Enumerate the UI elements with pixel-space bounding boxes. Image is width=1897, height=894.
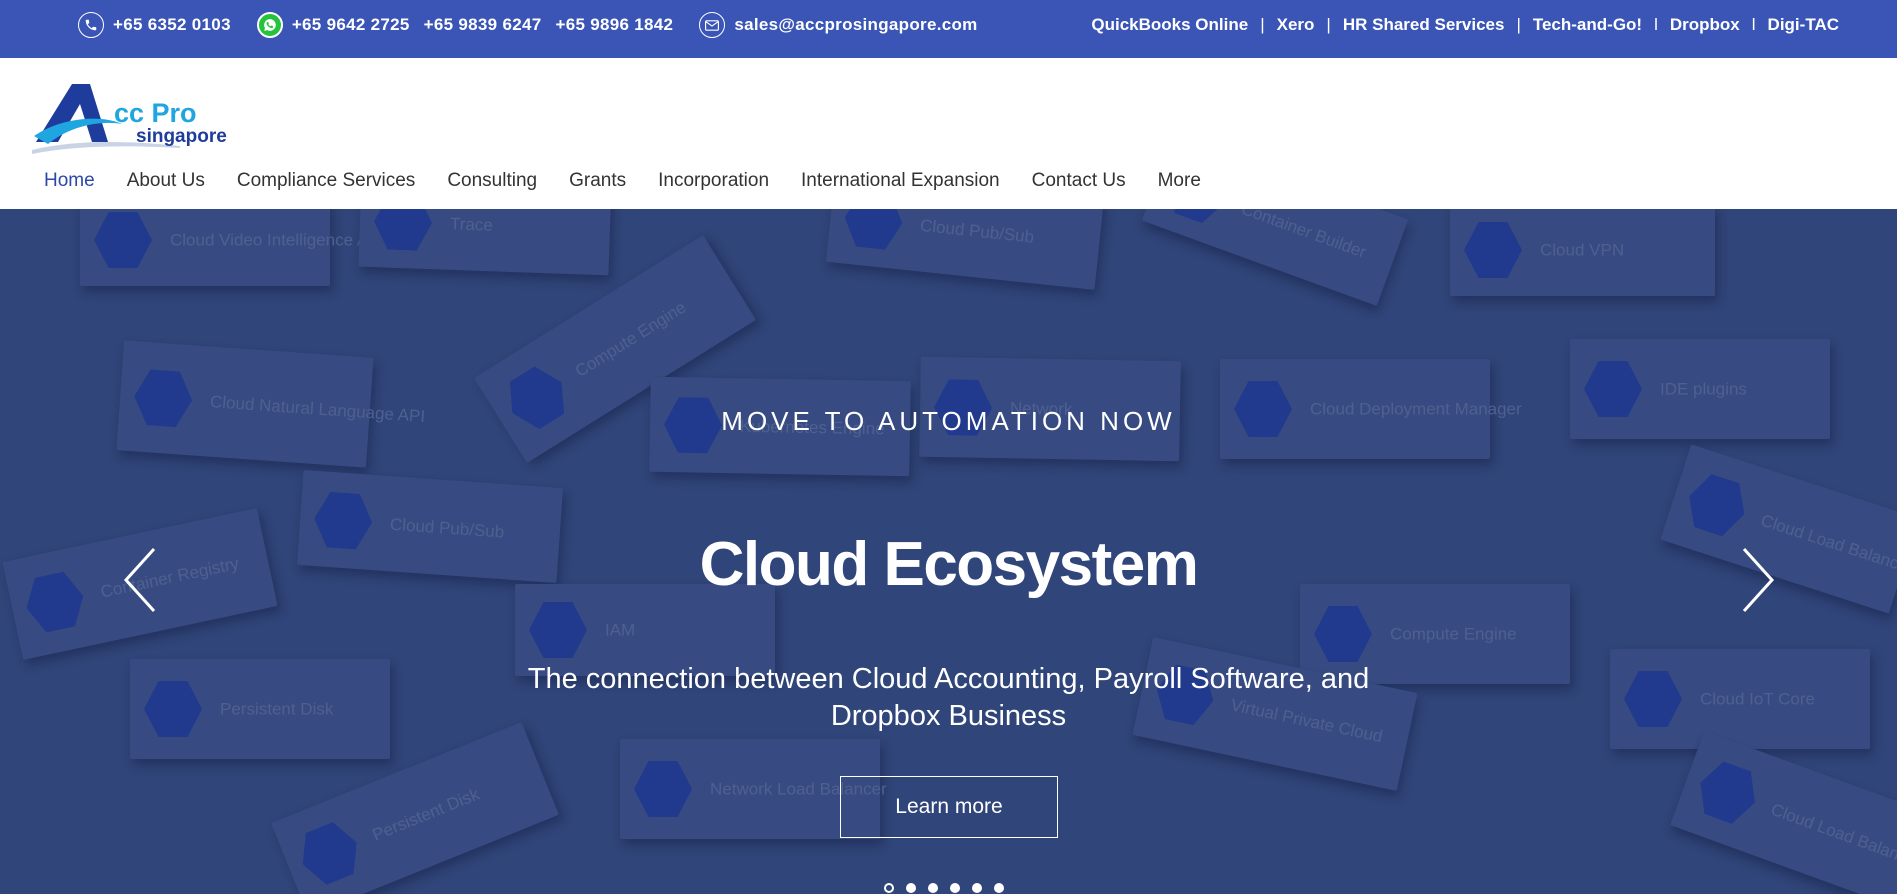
slide-dot-5[interactable]	[972, 883, 982, 893]
acc-pro-logo[interactable]: cc Pro singapore	[30, 80, 230, 158]
nav-grants[interactable]: Grants	[553, 170, 642, 192]
hero-subtitle: The connection between Cloud Accounting,…	[527, 663, 1370, 732]
separator: |	[1326, 15, 1331, 34]
link-digi-tac[interactable]: Digi-TAC	[1768, 15, 1839, 35]
separator: l	[1654, 15, 1658, 34]
partner-links: QuickBooks Online | Xero | HR Shared Ser…	[1091, 12, 1839, 38]
phone-icon	[78, 12, 104, 38]
nav-international-expansion[interactable]: International Expansion	[785, 170, 1016, 192]
slide-dot-6[interactable]	[994, 883, 1004, 893]
hero-slider: Cloud Video Intelligence API Trace Cloud P…	[0, 209, 1897, 894]
separator: l	[1751, 15, 1756, 34]
link-dropbox[interactable]: Dropbox	[1670, 15, 1740, 35]
site-header: cc Pro singapore Home About Us Complianc…	[0, 58, 1897, 209]
whatsapp-number-3[interactable]: +65 9896 1842	[555, 15, 673, 35]
whatsapp-number-1[interactable]: +65 9642 2725	[292, 15, 410, 35]
learn-more-button[interactable]: Learn more	[840, 776, 1058, 838]
contact-info: +65 6352 0103 +65 9642 2725 +65 9839 624…	[78, 12, 992, 38]
nav-about-us[interactable]: About Us	[111, 170, 221, 192]
nav-more[interactable]: More	[1142, 170, 1217, 192]
phone-number[interactable]: +65 6352 0103	[113, 15, 231, 35]
nav-consulting[interactable]: Consulting	[431, 170, 553, 192]
nav-contact-us[interactable]: Contact Us	[1016, 170, 1142, 192]
separator: |	[1260, 15, 1265, 34]
slide-dot-4[interactable]	[950, 883, 960, 893]
separator: |	[1516, 15, 1521, 34]
logo-text-main: cc Pro	[114, 98, 197, 128]
whatsapp-icon	[256, 12, 283, 38]
next-slide-arrow[interactable]	[1738, 545, 1778, 615]
prev-slide-arrow[interactable]	[120, 545, 160, 615]
slide-dot-3[interactable]	[928, 883, 938, 893]
mail-icon	[699, 12, 726, 38]
slide-dot-1[interactable]	[884, 883, 894, 893]
nav-compliance-services[interactable]: Compliance Services	[221, 170, 431, 192]
nav-home[interactable]: Home	[28, 170, 111, 192]
link-tech-and-go[interactable]: Tech-and-Go!	[1533, 15, 1642, 35]
whatsapp-number-2[interactable]: +65 9839 6247	[424, 15, 542, 35]
slide-pagination	[884, 883, 1004, 893]
hero-kicker: MOVE TO AUTOMATION NOW	[721, 406, 1176, 436]
slide-dot-2[interactable]	[906, 883, 916, 893]
link-quickbooks-online[interactable]: QuickBooks Online	[1091, 15, 1248, 35]
hero-title: Cloud Ecosystem	[699, 530, 1199, 599]
logo-text-sub: singapore	[136, 126, 227, 147]
email-link[interactable]: sales@accprosingapore.com	[734, 15, 977, 35]
main-nav: Home About Us Compliance Services Consul…	[28, 166, 1217, 196]
nav-incorporation[interactable]: Incorporation	[642, 170, 785, 192]
link-xero[interactable]: Xero	[1277, 15, 1315, 35]
link-hr-shared-services[interactable]: HR Shared Services	[1343, 15, 1505, 35]
top-contact-bar: +65 6352 0103 +65 9642 2725 +65 9839 624…	[0, 0, 1897, 58]
